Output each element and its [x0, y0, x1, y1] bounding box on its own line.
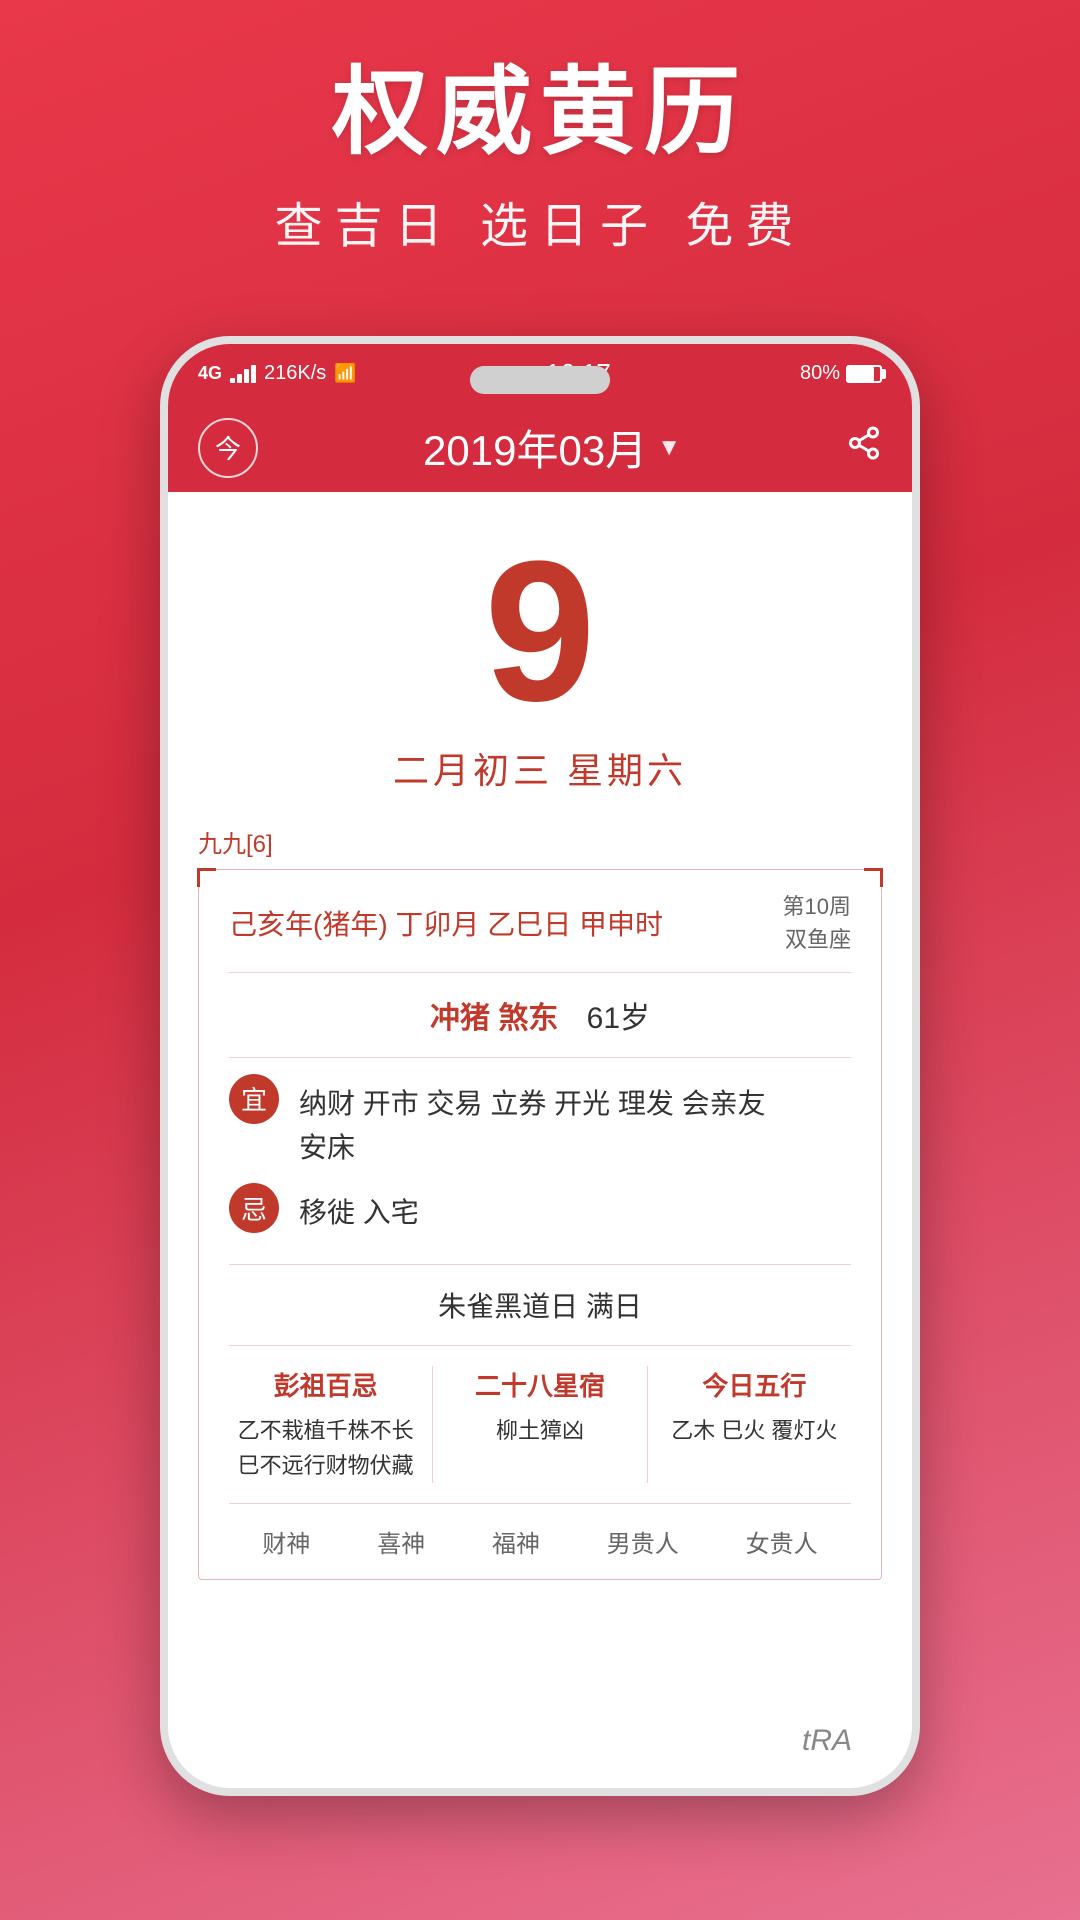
yi-content: 纳财 开市 交易 立券 开光 理发 会亲友安床: [299, 1074, 766, 1172]
phone-speaker: [470, 366, 610, 394]
today-button[interactable]: 今: [198, 418, 258, 478]
pengzu-title: 彭祖百忌: [229, 1366, 422, 1403]
ji-content: 移徙 入宅: [299, 1183, 419, 1236]
chong-age: 61岁: [587, 1002, 650, 1035]
share-button[interactable]: [846, 425, 882, 470]
sha-label: 煞东: [498, 1002, 558, 1035]
xingxiu-content: 柳土獐凶: [443, 1413, 636, 1448]
ganzhi-text: 己亥年(猪年) 丁卯月 乙巳日 甲申时: [229, 903, 663, 943]
battery-percent: 80%: [800, 362, 840, 385]
panel-box: 己亥年(猪年) 丁卯月 乙巳日 甲申时 第10周 双鱼座 冲猪 煞东 61岁: [198, 869, 882, 1581]
chong-row: 冲猪 煞东 61岁: [229, 973, 851, 1058]
bottom-label: tRA: [802, 1724, 852, 1758]
signal-bars: [230, 365, 256, 383]
xingxiu-title: 二十八星宿: [443, 1366, 636, 1403]
info-panel: 九九[6] 己亥年(猪年) 丁卯月 乙巳日 甲申时 第10周 双鱼座 冲猪 煞东: [198, 824, 882, 1601]
top-banner: 权威黄历 查吉日 选日子 免费: [0, 0, 1080, 296]
main-title: 权威黄历: [0, 60, 1080, 166]
phone-frame: 4G 216K/s 📶 16:17 80% 今 2019年03月 ▼: [160, 336, 920, 1796]
wuxing-col: 今日五行 乙木 巳火 覆灯火: [658, 1366, 851, 1483]
footer-nanguiren: 男贵人: [607, 1524, 679, 1559]
nine-nine-label: 九九[6]: [198, 824, 882, 859]
week-label: 第10周: [783, 890, 851, 923]
footer-caishen: 财神: [262, 1524, 310, 1559]
zodiac-label: 双鱼座: [783, 923, 851, 956]
status-right: 80%: [800, 362, 882, 385]
month-text: 2019年03月: [423, 417, 647, 478]
wifi-icon: 📶: [334, 363, 356, 384]
pengzu-col: 彭祖百忌 乙不栽植千株不长 巳不远行财物伏藏: [229, 1366, 422, 1483]
app-header: 今 2019年03月 ▼: [168, 404, 912, 492]
yi-row: 宜 纳财 开市 交易 立券 开光 理发 会亲友安床: [229, 1074, 851, 1172]
pengzu-line2: 巳不远行财物伏藏: [229, 1448, 422, 1483]
yi-badge: 宜: [229, 1074, 279, 1124]
battery-icon: [846, 365, 882, 383]
footer-row: 财神 喜神 福神 男贵人 女贵人: [229, 1504, 851, 1559]
pengzu-content: 乙不栽植千株不长 巳不远行财物伏藏: [229, 1413, 422, 1483]
wuxing-content: 乙木 巳火 覆灯火: [658, 1413, 851, 1448]
content-area: 9 二月初三 星期六 九九[6] 己亥年(猪年) 丁卯月 乙巳日 甲申时 第10…: [168, 492, 912, 1601]
speed-label: 216K/s: [264, 362, 326, 385]
bottom-grid: 彭祖百忌 乙不栽植千株不长 巳不远行财物伏藏 二十八星宿 柳土獐凶: [229, 1346, 851, 1504]
ji-row: 忌 移徙 入宅: [229, 1183, 851, 1236]
lunar-date: 二月初三 星期六: [168, 742, 912, 794]
footer-xishen: 喜神: [377, 1524, 425, 1559]
network-label: 4G: [198, 363, 222, 384]
yi-ji-section: 宜 纳财 开市 交易 立券 开光 理发 会亲友安床 忌 移徙 入宅: [229, 1058, 851, 1265]
phone-wrapper: 4G 216K/s 📶 16:17 80% 今 2019年03月 ▼: [0, 336, 1080, 1796]
footer-fushen: 福神: [492, 1524, 540, 1559]
divider-v2: [647, 1366, 648, 1483]
footer-nvguiren: 女贵人: [746, 1524, 818, 1559]
pengzu-line1: 乙不栽植千株不长: [229, 1413, 422, 1448]
wuxing-title: 今日五行: [658, 1366, 851, 1403]
xingxiu-col: 二十八星宿 柳土獐凶: [443, 1366, 636, 1483]
status-left: 4G 216K/s 📶: [198, 362, 357, 385]
date-display: 9 二月初三 星期六: [168, 492, 912, 824]
ganzhi-row: 己亥年(猪年) 丁卯月 乙巳日 甲申时 第10周 双鱼座: [229, 890, 851, 973]
chong-label: 冲猪: [430, 1002, 490, 1035]
week-zodiac: 第10周 双鱼座: [783, 890, 851, 956]
month-title[interactable]: 2019年03月 ▼: [423, 417, 681, 478]
sub-title: 查吉日 选日子 免费: [0, 186, 1080, 256]
day-number: 9: [168, 542, 912, 722]
zhuri-row: 朱雀黑道日 满日: [229, 1265, 851, 1346]
divider-v1: [432, 1366, 433, 1483]
dropdown-arrow-icon: ▼: [657, 434, 681, 462]
ji-badge: 忌: [229, 1183, 279, 1233]
